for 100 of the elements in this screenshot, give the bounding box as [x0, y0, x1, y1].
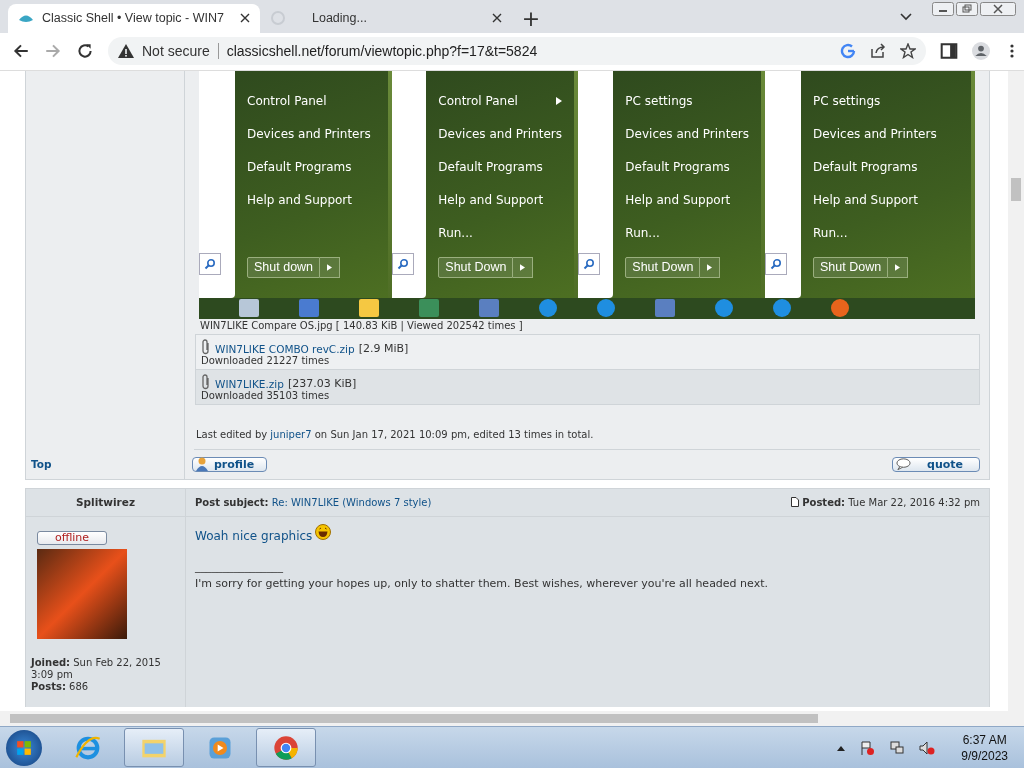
shut-down-button[interactable]: Shut down [247, 256, 321, 278]
vertical-scrollbar[interactable] [1008, 70, 1024, 712]
show-hidden-icons-icon[interactable] [837, 744, 846, 751]
menu-item[interactable]: Default Programs [247, 150, 388, 184]
close-icon[interactable] [980, 2, 1016, 16]
muted-volume-icon[interactable] [919, 739, 936, 756]
profile-button[interactable]: profile [192, 456, 268, 472]
menu-item[interactable]: PC settings [813, 84, 971, 118]
user-icon [196, 457, 208, 472]
round-logo-icon [272, 733, 300, 762]
four-squares-icon [16, 739, 32, 756]
browser-tab[interactable]: Loading... [260, 3, 512, 33]
menu-item[interactable]: Devices and Printers [247, 117, 388, 151]
shut-down-button[interactable]: Shut Down [625, 256, 701, 278]
horizontal-scrollbar[interactable] [0, 711, 1024, 727]
message-link[interactable]: Woah nice graphics [195, 528, 313, 543]
paperclip-icon [201, 338, 211, 355]
profile-field: Joined: Sun Feb 22, 2015 3:09 pm [31, 656, 181, 681]
security-label: Not secure [142, 43, 219, 60]
warning-icon [118, 44, 134, 59]
user-link[interactable]: juniper7 [270, 428, 312, 440]
browser-tab[interactable]: Classic Shell • View topic - WIN7 [8, 3, 260, 33]
search-icon [770, 257, 782, 270]
file-size: [237.03 KiB] [287, 376, 357, 390]
scroll-thumb[interactable] [1011, 177, 1021, 201]
search-icon [583, 257, 595, 270]
posted-date: Posted: Tue Mar 22, 2016 4:32 pm [802, 496, 980, 508]
quote-button[interactable]: quote [892, 456, 980, 472]
profile-field: Posts: 686 [31, 680, 181, 693]
menu-item[interactable]: PC settings [625, 84, 761, 118]
menu-item[interactable]: Default Programs [813, 150, 971, 184]
speech-bubble-icon [896, 458, 911, 471]
google-icon[interactable] [840, 43, 856, 60]
app-icon [479, 299, 499, 318]
shut-down-button[interactable]: Shut Down [438, 256, 514, 278]
search-box[interactable] [578, 252, 600, 275]
shut-down-button[interactable]: Shut Down [813, 256, 889, 278]
close-icon[interactable] [492, 13, 502, 24]
close-icon[interactable] [240, 13, 250, 24]
app-icon [239, 299, 259, 318]
signature-text: I'm sorry for getting your hopes up, only to shatter them. Best wishes, wherever you're all headed next. [195, 576, 768, 591]
download-count: Downloaded 35103 times [201, 389, 331, 401]
menu-item[interactable]: Devices and Printers [438, 117, 574, 151]
menu-item[interactable]: Run... [813, 216, 971, 250]
menu-item[interactable]: Run... [438, 216, 574, 250]
download-count: Downloaded 21227 times [201, 354, 330, 366]
restore-icon[interactable] [956, 2, 978, 16]
folder-icon [359, 299, 379, 318]
scroll-thumb[interactable] [10, 714, 818, 724]
triangle-right-icon [895, 263, 901, 271]
menu-item[interactable]: Help and Support [625, 183, 761, 217]
subject-link[interactable]: Re: WIN7LIKE (Windows 7 style) [271, 496, 432, 508]
subject-line: Post subject: Re: WIN7LIKE (Windows 7 style) [195, 496, 432, 508]
search-box[interactable] [392, 252, 414, 275]
flag-icon[interactable] [859, 739, 876, 756]
search-box[interactable] [199, 252, 221, 275]
app-icon [655, 299, 675, 318]
edit-notice: Last edited by juniper7 on Sun Jan 17, 2021 10:09 pm, edited 13 times in total. [194, 404, 980, 450]
minimize-icon[interactable] [932, 2, 954, 16]
attachment-link[interactable]: WIN7LIKE.zip [215, 377, 284, 390]
menu-item[interactable]: Help and Support [813, 183, 971, 217]
shut-down-options-button[interactable] [320, 256, 341, 278]
address-bar[interactable]: Not secure classicshell.net/forum/viewtopic.php?f=17&t=5824 [108, 37, 926, 66]
taskbar-app[interactable] [124, 728, 184, 768]
search-icon [204, 257, 216, 270]
menu-item[interactable]: Control Panel [438, 84, 574, 118]
side-panel-icon[interactable] [940, 42, 958, 61]
shut-down-options-button[interactable] [513, 256, 534, 278]
new-tab-button[interactable]: + [516, 3, 546, 33]
profile-icon[interactable] [972, 42, 990, 61]
shut-down-options-button[interactable] [888, 256, 909, 278]
author-name: Splitwirez [26, 488, 186, 516]
triangle-right-icon [520, 263, 526, 271]
taskbar-app[interactable] [256, 728, 316, 768]
chevron-down-icon[interactable] [900, 12, 912, 21]
start-button[interactable] [6, 729, 42, 766]
attachment-link[interactable]: WIN7LIKE COMBO revC.zip [215, 342, 355, 355]
status-badge: offline [37, 530, 107, 545]
menu-item[interactable]: Help and Support [247, 183, 388, 217]
clock[interactable]: 6:37 AM 9/9/2023 [961, 731, 1008, 764]
star-icon[interactable] [900, 43, 916, 60]
menu-item[interactable]: Help and Support [438, 183, 574, 217]
menu-item[interactable]: Control Panel [247, 84, 388, 118]
menu-item[interactable]: Devices and Printers [625, 117, 761, 151]
signature-rule: ________________ [195, 558, 284, 575]
menu-item[interactable]: Devices and Printers [813, 117, 971, 151]
shut-down-options-button[interactable] [700, 256, 721, 278]
reload-icon[interactable] [76, 42, 94, 61]
menu-item[interactable]: Run... [625, 216, 761, 250]
menu-item[interactable]: Default Programs [438, 150, 574, 184]
menu-item[interactable]: Default Programs [625, 150, 761, 184]
share-icon[interactable] [870, 43, 886, 60]
search-box[interactable] [765, 252, 787, 275]
triangle-right-icon [707, 263, 713, 271]
triangle-right-icon [327, 263, 333, 271]
top-link[interactable]: Top [31, 458, 52, 471]
network-icon[interactable] [889, 739, 906, 756]
document-icon [791, 497, 800, 508]
laughing-smiley-icon [315, 523, 332, 540]
app-icon [419, 299, 439, 318]
